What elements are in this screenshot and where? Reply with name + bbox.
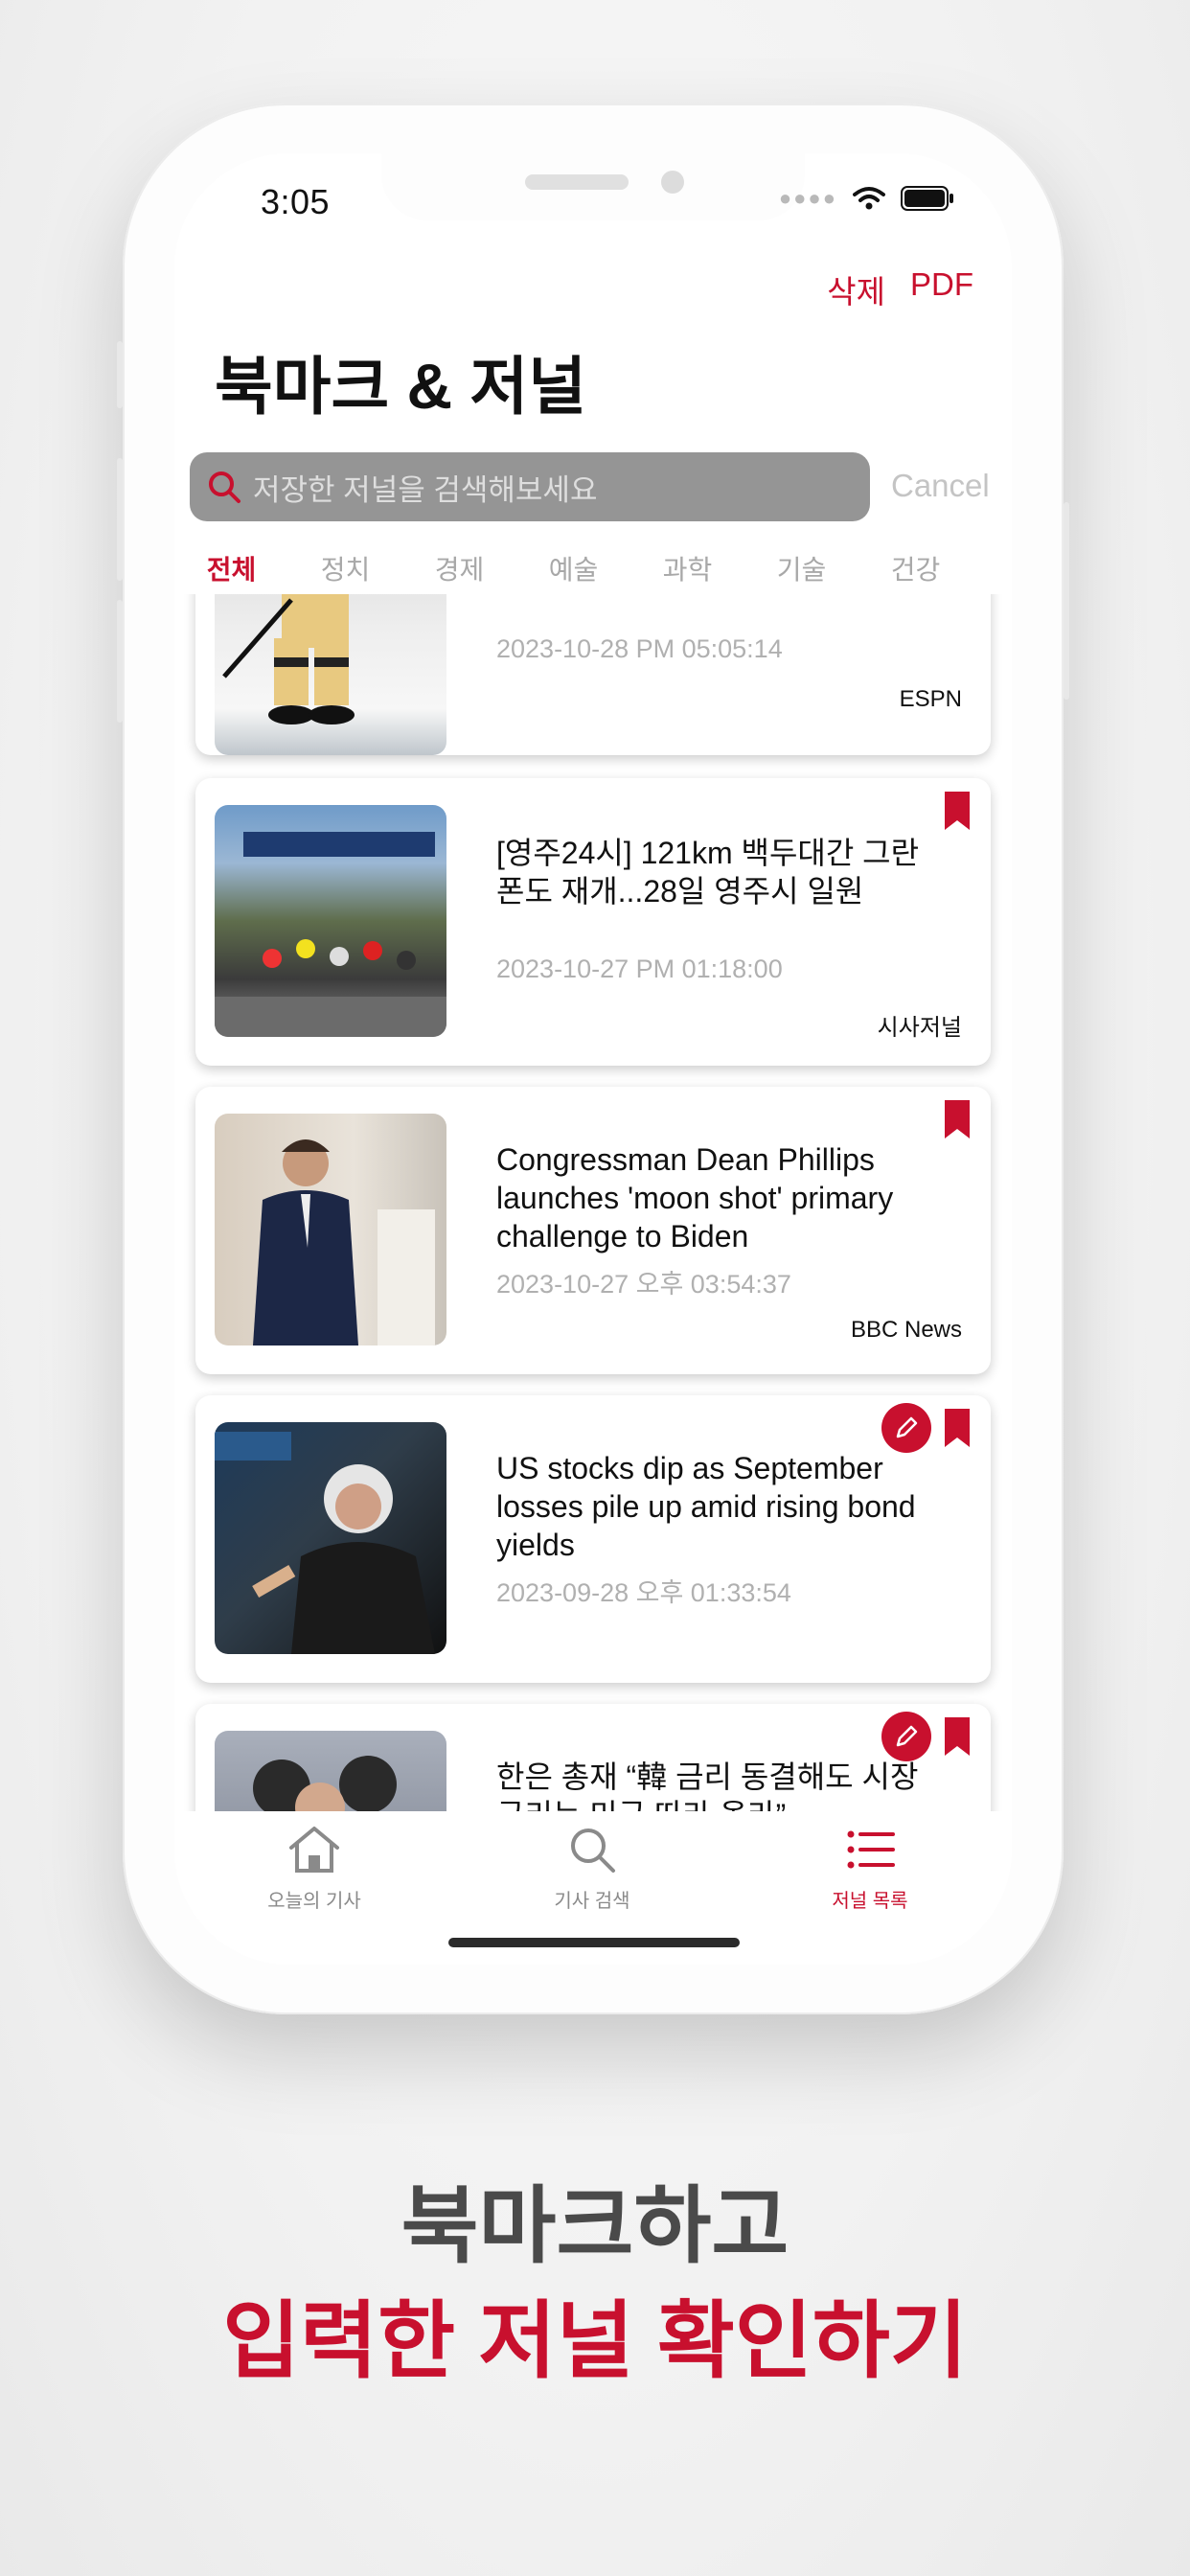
volume-down-button (117, 600, 123, 723)
edit-note-button[interactable] (881, 1712, 931, 1761)
bookmark-icon[interactable] (943, 790, 972, 832)
page-title: 북마크 & 저널 (215, 351, 586, 422)
home-indicator[interactable] (448, 1938, 740, 1947)
article-thumbnail (215, 1731, 446, 1811)
tab-health[interactable]: 건강 (858, 546, 973, 594)
article-title: US stocks dip as September losses pile u… (496, 1451, 916, 1562)
article-date: 2023-10-27 PM 01:18:00 (496, 954, 783, 983)
article-card[interactable]: Congressman Dean Phillips launches 'moon… (195, 1087, 991, 1374)
front-camera (661, 171, 684, 194)
phone-screen: 3:05 ●●●● 삭제 PDF 북마크 & 저널 저장한 저널을 검색해보세요… (174, 153, 1012, 1965)
hockey-player-image (222, 594, 355, 724)
tab-tech[interactable]: 기술 (744, 546, 858, 594)
article-card[interactable]: [영주24시] 121km 백두대간 그란폰도 재개...28일 영주시 일원 … (195, 778, 991, 1066)
tab-politics[interactable]: 정치 (288, 546, 402, 594)
article-card[interactable]: 한은 총재 “韓 금리 동결해도 시장 금리는 미국 따라 올라” (195, 1704, 991, 1811)
notch (381, 153, 805, 220)
silent-switch (117, 341, 123, 408)
bookmark-icon[interactable] (943, 1098, 972, 1140)
article-source: 시사저널 (877, 1015, 962, 1041)
tab-journal-list[interactable]: 저널 목록 (765, 1825, 975, 1913)
article-source: ESPN (899, 686, 962, 712)
cyclists-image (215, 832, 446, 1037)
volume-up-button (117, 458, 123, 581)
article-date: 2023-10-27 오후 03:54:37 (496, 1270, 791, 1299)
article-date: 2023-10-28 PM 05:05:14 (496, 634, 783, 663)
search-input[interactable]: 저장한 저널을 검색해보세요 (190, 452, 870, 521)
article-date: 2023-09-28 오후 01:33:54 (496, 1578, 791, 1607)
battery-icon (901, 186, 953, 211)
wifi-icon (853, 187, 885, 210)
article-thumbnail (215, 1114, 446, 1346)
bookmark-icon[interactable] (943, 1715, 972, 1758)
pdf-button[interactable]: PDF (910, 266, 973, 312)
trader-image (215, 1432, 435, 1654)
edit-note-button[interactable] (881, 1403, 931, 1453)
article-source: BBC News (850, 1317, 962, 1343)
list-icon (847, 1830, 895, 1869)
phone-frame: 3:05 ●●●● 삭제 PDF 북마크 & 저널 저장한 저널을 검색해보세요… (117, 104, 1069, 2014)
tab-label: 오늘의 기사 (267, 1891, 361, 1912)
tab-economy[interactable]: 경제 (402, 546, 516, 594)
tab-more[interactable]: 라 (973, 546, 1012, 594)
house-icon (289, 1827, 339, 1873)
power-button (1064, 502, 1069, 700)
article-thumbnail (215, 594, 446, 755)
pencil-icon (896, 1725, 918, 1747)
delete-button[interactable]: 삭제 (827, 266, 885, 312)
politician-image (253, 1139, 435, 1346)
tab-art[interactable]: 예술 (516, 546, 630, 594)
search-icon (209, 472, 240, 503)
tab-article-search[interactable]: 기사 검색 (487, 1825, 698, 1913)
article-title: Congressman Dean Phillips launches 'moon… (496, 1142, 894, 1254)
article-title: 한은 총재 “韓 금리 동결해도 시장 금리는 미국 따라 올라” (496, 1760, 919, 1811)
tab-science[interactable]: 과학 (630, 546, 744, 594)
article-thumbnail (215, 1422, 446, 1654)
article-title: [영주24시] 121km 백두대간 그란폰도 재개...28일 영주시 일원 (496, 836, 920, 908)
caption-line-1: 북마크하고 (400, 2178, 790, 2273)
tab-all[interactable]: 전체 (174, 546, 288, 594)
article-thumbnail (215, 805, 446, 1037)
caption-line-2: 입력한 저널 확인하기 (222, 2293, 968, 2388)
pencil-icon (896, 1416, 918, 1438)
tab-today-articles[interactable]: 오늘의 기사 (209, 1825, 420, 1913)
cancel-button[interactable]: Cancel (891, 468, 990, 504)
status-indicators: ●●●● (779, 186, 954, 211)
article-card[interactable]: 2023-10-28 PM 05:05:14 ESPN (195, 594, 991, 755)
press-conference-image (253, 1756, 397, 1811)
category-tabs: 전체 정치 경제 예술 과학 기술 건강 라 (174, 546, 1012, 594)
tab-label: 저널 목록 (832, 1891, 908, 1912)
search-placeholder: 저장한 저널을 검색해보세요 (253, 472, 598, 507)
header-actions: 삭제 PDF (827, 266, 973, 312)
article-list: 2023-10-28 PM 05:05:14 ESPN [영주24시] 121k… (174, 594, 1012, 1811)
article-card[interactable]: US stocks dip as September losses pile u… (195, 1395, 991, 1683)
search-icon (571, 1828, 615, 1873)
signal-dots-icon: ●●●● (778, 186, 837, 210)
status-time: 3:05 (261, 182, 331, 221)
speaker-grille (525, 174, 629, 190)
tab-label: 기사 검색 (554, 1891, 630, 1912)
bookmark-icon[interactable] (943, 1407, 972, 1449)
